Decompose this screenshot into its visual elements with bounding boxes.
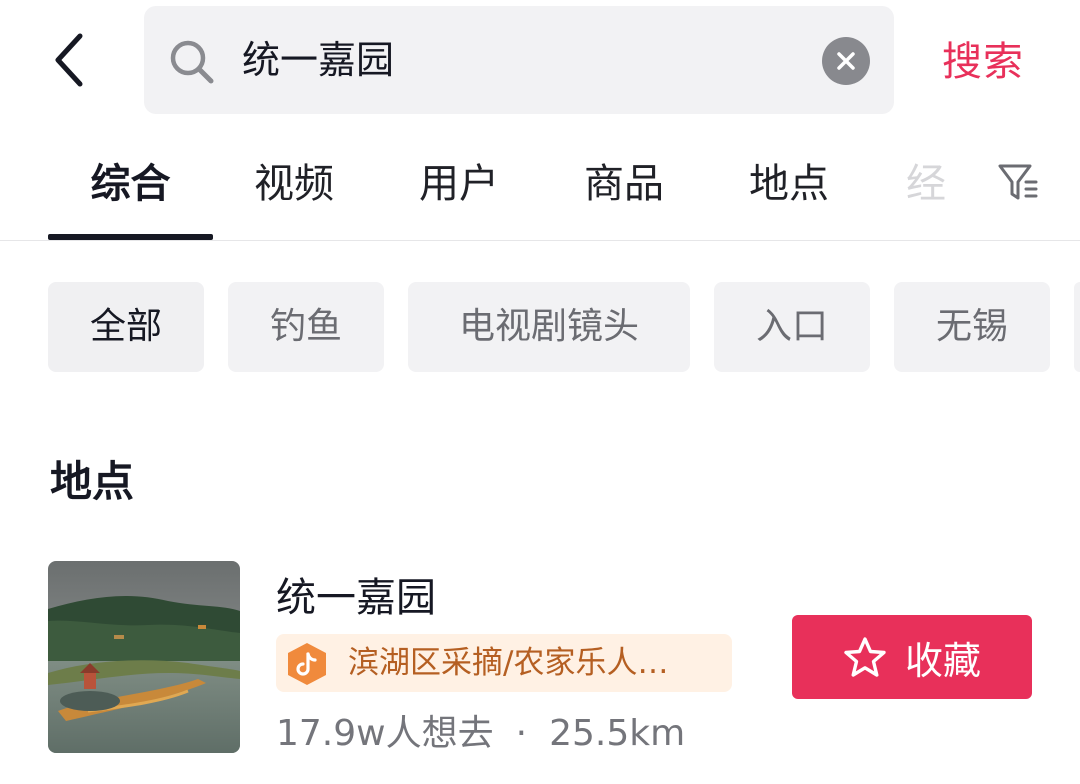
lake-landscape-image — [48, 561, 240, 753]
filter-icon[interactable] — [996, 160, 1040, 204]
section-title: 地点 — [50, 457, 135, 506]
chip-tv-scene[interactable]: 电视剧镜头 — [408, 282, 690, 372]
place-thumbnail[interactable] — [48, 561, 240, 753]
douyin-logo-icon — [288, 643, 326, 685]
tab-more[interactable]: 经 — [906, 154, 956, 214]
place-stats: 17.9w人想去 · 25.5km — [276, 704, 685, 756]
divider — [0, 240, 1080, 241]
chevron-left-icon — [55, 33, 83, 87]
search-input[interactable]: 统一嘉园 — [242, 6, 394, 114]
wants-count: 17.9w人想去 — [276, 713, 494, 754]
chip-all[interactable]: 全部 — [48, 282, 204, 372]
chip-overflow[interactable] — [1074, 282, 1080, 372]
tab-users[interactable]: 用户 — [397, 154, 521, 214]
clear-search-button[interactable] — [822, 37, 870, 85]
chip-wuxi[interactable]: 无锡 — [894, 282, 1050, 372]
search-icon — [170, 40, 214, 84]
search-bar[interactable]: 统一嘉园 — [144, 6, 894, 114]
result-tabs: 综合 视频 用户 商品 地点 经 — [0, 130, 1080, 240]
chip-entrance[interactable]: 入口 — [714, 282, 870, 372]
search-submit-button[interactable]: 搜索 — [942, 30, 1024, 94]
star-outline-icon — [844, 637, 886, 677]
search-results-page: 统一嘉园 搜索 综合 视频 用户 商品 地点 经 全部 钓鱼 电视剧镜头 入口 … — [0, 0, 1080, 784]
place-category-tag[interactable]: 滨湖区采摘/农家乐人… — [276, 634, 732, 692]
close-icon — [837, 52, 855, 70]
tab-videos[interactable]: 视频 — [232, 154, 356, 214]
tab-places[interactable]: 地点 — [727, 154, 851, 214]
tab-products[interactable]: 商品 — [562, 154, 686, 214]
tab-comprehensive[interactable]: 综合 — [48, 154, 213, 214]
collect-button[interactable]: 收藏 — [792, 615, 1032, 699]
collect-button-label: 收藏 — [904, 638, 981, 683]
place-category-text: 滨湖区采摘/农家乐人… — [348, 645, 669, 681]
chip-fishing[interactable]: 钓鱼 — [228, 282, 384, 372]
separator-dot: · — [515, 713, 528, 754]
distance: 25.5km — [549, 713, 686, 754]
back-button[interactable] — [40, 24, 100, 96]
place-name[interactable]: 统一嘉园 — [276, 565, 436, 623]
